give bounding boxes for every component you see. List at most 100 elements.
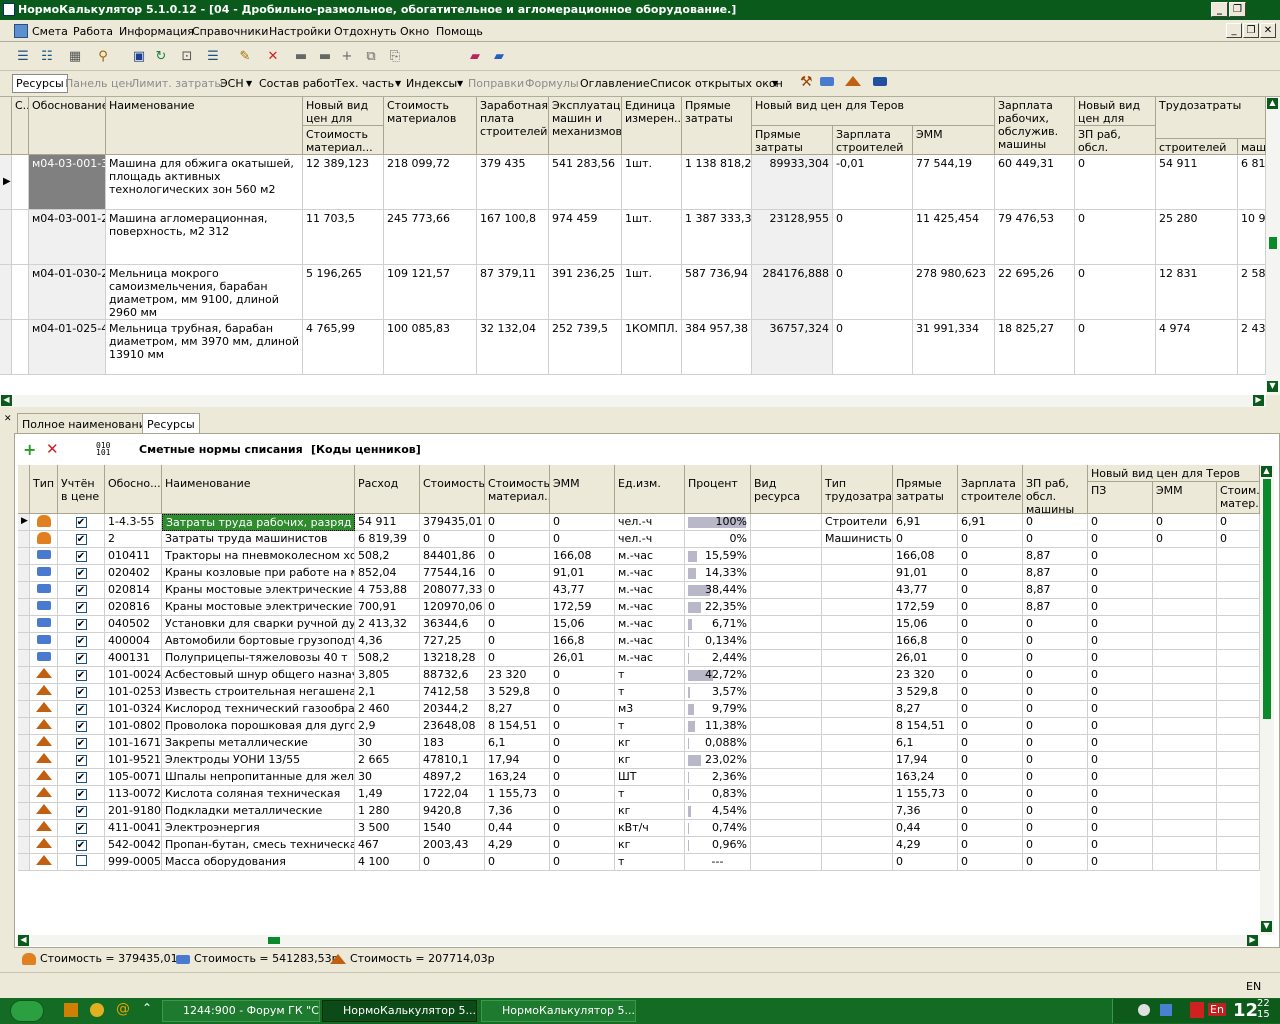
included-checkbox[interactable]: ✔	[75, 823, 87, 834]
resource-cell[interactable]: 101-9521	[105, 752, 162, 769]
task-normocalc-2[interactable]: НормоКалькулятор 5....	[481, 1000, 636, 1022]
add-resource-icon[interactable]: +	[23, 440, 36, 459]
resource-cell[interactable]: 0	[958, 735, 1023, 752]
percent-cell[interactable]: 23,02%	[685, 752, 751, 769]
resource-cell[interactable]	[822, 667, 893, 684]
resource-cell[interactable]: 0	[958, 667, 1023, 684]
resource-cell[interactable]	[822, 820, 893, 837]
scroll-right-icon[interactable]: ▶	[1253, 395, 1264, 406]
resource-cell[interactable]: 0	[485, 514, 550, 531]
resource-cell[interactable]: 17,94	[485, 752, 550, 769]
col-header-nv-mater[interactable]: Стоимость материал...	[303, 126, 384, 155]
resource-cell[interactable]: 4,36	[355, 633, 420, 650]
resource-cell[interactable]: 4,29	[485, 837, 550, 854]
top-grid-cell[interactable]: 5 196,265	[303, 265, 384, 320]
top-grid-cell[interactable]: 23128,955	[752, 210, 833, 265]
esn-dropdown-icon[interactable]: ▼	[246, 79, 252, 88]
quicklaunch-expand-icon[interactable]: ⌃	[142, 1001, 152, 1015]
resource-cell[interactable]: 172,59	[550, 599, 615, 616]
col-header-naim[interactable]: Наименование	[162, 465, 355, 514]
top-grid-cell[interactable]: 2 58	[1238, 265, 1266, 320]
resource-cell[interactable]: 0	[550, 854, 615, 871]
resource-cell[interactable]: 0	[893, 854, 958, 871]
top-grid-cell[interactable]	[12, 265, 29, 320]
resource-cell[interactable]: 0	[893, 531, 958, 548]
resource-cell[interactable]: 0	[958, 548, 1023, 565]
insert-icon[interactable]: ▬	[290, 46, 312, 68]
resource-cell[interactable]	[1153, 837, 1217, 854]
top-grid-cell[interactable]: 18 825,27	[995, 320, 1075, 375]
resource-cell[interactable]	[1217, 684, 1260, 701]
resource-cell[interactable]: 101-0802	[105, 718, 162, 735]
resource-cell[interactable]: 8,27	[893, 701, 958, 718]
resource-cell[interactable]	[1217, 752, 1260, 769]
top-grid-cell[interactable]: 391 236,25	[549, 265, 622, 320]
resource-cell[interactable]: 8,27	[485, 701, 550, 718]
list-icon[interactable]: ☰	[202, 46, 224, 68]
resource-cell[interactable]	[1217, 633, 1260, 650]
resource-cell[interactable]: 0	[485, 854, 550, 871]
resource-cell[interactable]: 8 154,51	[485, 718, 550, 735]
percent-cell[interactable]: 0,088%	[685, 735, 751, 752]
quicklaunch-chrome-icon[interactable]	[90, 1003, 104, 1017]
resource-cell[interactable]	[1217, 769, 1260, 786]
delete-icon[interactable]: ✕	[262, 46, 284, 68]
top-grid-cell[interactable]: Мельница мокрого самоизмельчения, бараба…	[106, 265, 303, 320]
inner-restore-button[interactable]: ❐	[1243, 23, 1259, 38]
percent-cell[interactable]: 38,44%	[685, 582, 751, 599]
resource-cell[interactable]	[751, 769, 822, 786]
contents-button[interactable]: Оглавление	[580, 77, 650, 90]
included-cell[interactable]: ✔	[58, 752, 105, 769]
top-grid-cell[interactable]: 11 425,454	[913, 210, 995, 265]
col-header-trud-str[interactable]: строителей	[1156, 139, 1238, 155]
resource-cell[interactable]: 0	[958, 701, 1023, 718]
top-grid-cell[interactable]: 4 974	[1156, 320, 1238, 375]
resource-cell[interactable]	[1153, 633, 1217, 650]
resource-cell[interactable]: 2003,43	[420, 837, 485, 854]
top-grid-cell[interactable]: 541 283,56	[549, 155, 622, 210]
col-header-nv-group[interactable]: Новый вид цен для Теров	[1088, 465, 1260, 482]
resource-cell[interactable]: кВт/ч	[615, 820, 685, 837]
top-grid-cell[interactable]	[0, 265, 12, 320]
col-header-nv-stoim[interactable]: Стоим. матер.	[1217, 482, 1260, 514]
col-header-emm[interactable]: ЭММ	[550, 465, 615, 514]
resource-cell[interactable]: 84401,86	[420, 548, 485, 565]
resource-cell[interactable]: Кислород технический газообразн...	[162, 701, 355, 718]
resource-cell[interactable]: 0	[958, 616, 1023, 633]
col-header-stoim-mater[interactable]: Стоимость материалов	[384, 97, 477, 155]
resource-cell[interactable]: кг	[615, 803, 685, 820]
resource-cell[interactable]	[822, 837, 893, 854]
included-cell[interactable]: ✔	[58, 531, 105, 548]
resource-cell[interactable]: 0	[550, 752, 615, 769]
percent-cell[interactable]: 9,79%	[685, 701, 751, 718]
resource-cell[interactable]	[751, 684, 822, 701]
resource-cell[interactable]	[751, 599, 822, 616]
resource-cell[interactable]: Краны козловые при работе на мо...	[162, 565, 355, 582]
resource-cell[interactable]: 0	[958, 752, 1023, 769]
resource-cell[interactable]: м.-час	[615, 565, 685, 582]
resource-cell[interactable]: 0	[1088, 769, 1153, 786]
copy-icon[interactable]: ⧉	[360, 46, 382, 68]
resource-cell[interactable]: 6 819,39	[355, 531, 420, 548]
row-indicator-cell[interactable]	[18, 684, 30, 701]
resource-cell[interactable]: 0	[485, 548, 550, 565]
col-header-nv-emm[interactable]: ЭММ	[1153, 482, 1217, 514]
scroll-right-icon[interactable]: ▶	[1247, 935, 1258, 946]
row-indicator-cell[interactable]	[18, 565, 30, 582]
resource-cell[interactable]: 0	[1023, 837, 1088, 854]
resource-cell[interactable]: 379435,01	[420, 514, 485, 531]
row-indicator-cell[interactable]	[18, 854, 30, 871]
resource-cell[interactable]: 91,01	[550, 565, 615, 582]
resource-cell[interactable]: 0	[1088, 616, 1153, 633]
scroll-up-icon[interactable]: ▲	[1261, 466, 1272, 477]
book-icon[interactable]: ▰	[464, 46, 486, 68]
resource-cell[interactable]	[751, 820, 822, 837]
resource-cell[interactable]	[1153, 616, 1217, 633]
resource-cell[interactable]	[1217, 616, 1260, 633]
col-header-zp-rab[interactable]: ЗП раб, обсл. машины	[1023, 465, 1088, 514]
search-icon[interactable]: ⚲	[92, 46, 114, 68]
col-header-ekspl[interactable]: Эксплуатация машин и механизмов	[549, 97, 622, 155]
col-header-zarpl[interactable]: Зарплата строителей	[958, 465, 1023, 514]
resource-cell[interactable]: 0	[550, 514, 615, 531]
col-header-nv-pryam[interactable]: Прямые затраты	[752, 126, 833, 155]
